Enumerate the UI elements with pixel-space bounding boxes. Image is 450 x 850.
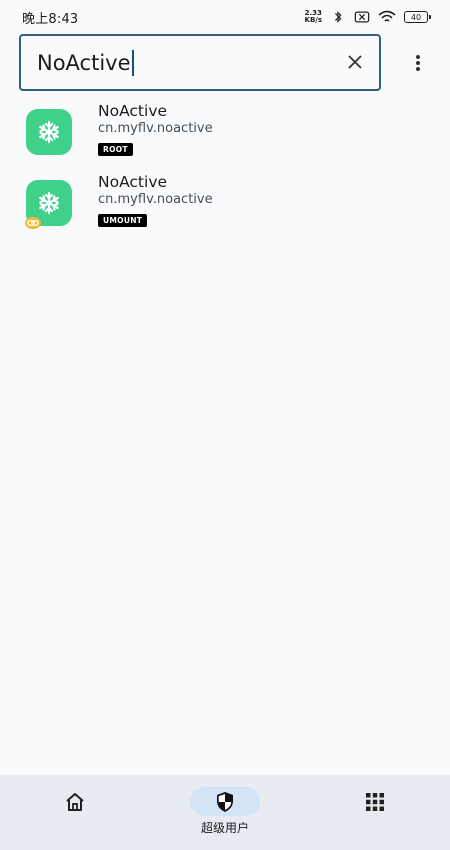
- app-info: NoActive cn.myflv.noactive ROOT: [98, 102, 213, 156]
- text-cursor: [131, 49, 134, 76]
- package-name: cn.myflv.noactive: [98, 121, 213, 136]
- status-icons: 2.33 KB/s 40: [304, 9, 431, 24]
- close-icon: [348, 55, 362, 69]
- bluetooth-icon: [334, 11, 342, 23]
- nav-home[interactable]: [0, 775, 150, 850]
- wifi-icon: [378, 10, 396, 22]
- app-list: NoActive cn.myflv.noactive ROOT NoActive…: [0, 96, 450, 238]
- status-time: 晚上8:43: [22, 11, 79, 27]
- package-name: cn.myflv.noactive: [98, 192, 213, 207]
- dual-app-badge-icon: [25, 217, 41, 229]
- nav-modules[interactable]: [300, 775, 450, 850]
- home-icon: [66, 792, 84, 811]
- list-item[interactable]: NoActive cn.myflv.noactive UMOUNT: [0, 167, 450, 238]
- umount-tag: UMOUNT: [98, 214, 148, 227]
- shield-icon: [217, 791, 233, 812]
- bottom-navigation: 超级用户: [0, 775, 450, 850]
- app-info: NoActive cn.myflv.noactive UMOUNT: [98, 173, 213, 227]
- search-input-value: NoActive: [37, 50, 131, 75]
- app-icon: [26, 109, 72, 155]
- nav-modules-indicator: [340, 787, 410, 816]
- snowflake-icon: [39, 191, 59, 215]
- nav-home-indicator: [40, 787, 110, 816]
- app-name: NoActive: [98, 173, 168, 191]
- root-tag: ROOT: [98, 143, 133, 156]
- nav-superuser-label: 超级用户: [200, 821, 249, 835]
- battery-indicator: 40: [404, 11, 431, 23]
- nav-superuser[interactable]: 超级用户: [150, 775, 300, 850]
- more-options-button[interactable]: [408, 50, 428, 76]
- sim-disabled-icon: [354, 11, 370, 23]
- clear-search-button[interactable]: [343, 50, 367, 74]
- snowflake-icon: [39, 120, 59, 144]
- nav-superuser-indicator: [190, 787, 260, 816]
- network-speed: 2.33 KB/s: [304, 9, 322, 24]
- search-input[interactable]: NoActive: [19, 34, 381, 91]
- more-vert-icon: [416, 55, 420, 71]
- apps-grid-icon: [366, 792, 384, 811]
- app-name: NoActive: [98, 102, 168, 120]
- status-bar: 晚上8:43 2.33 KB/s 40: [0, 0, 450, 34]
- list-item[interactable]: NoActive cn.myflv.noactive ROOT: [0, 96, 450, 167]
